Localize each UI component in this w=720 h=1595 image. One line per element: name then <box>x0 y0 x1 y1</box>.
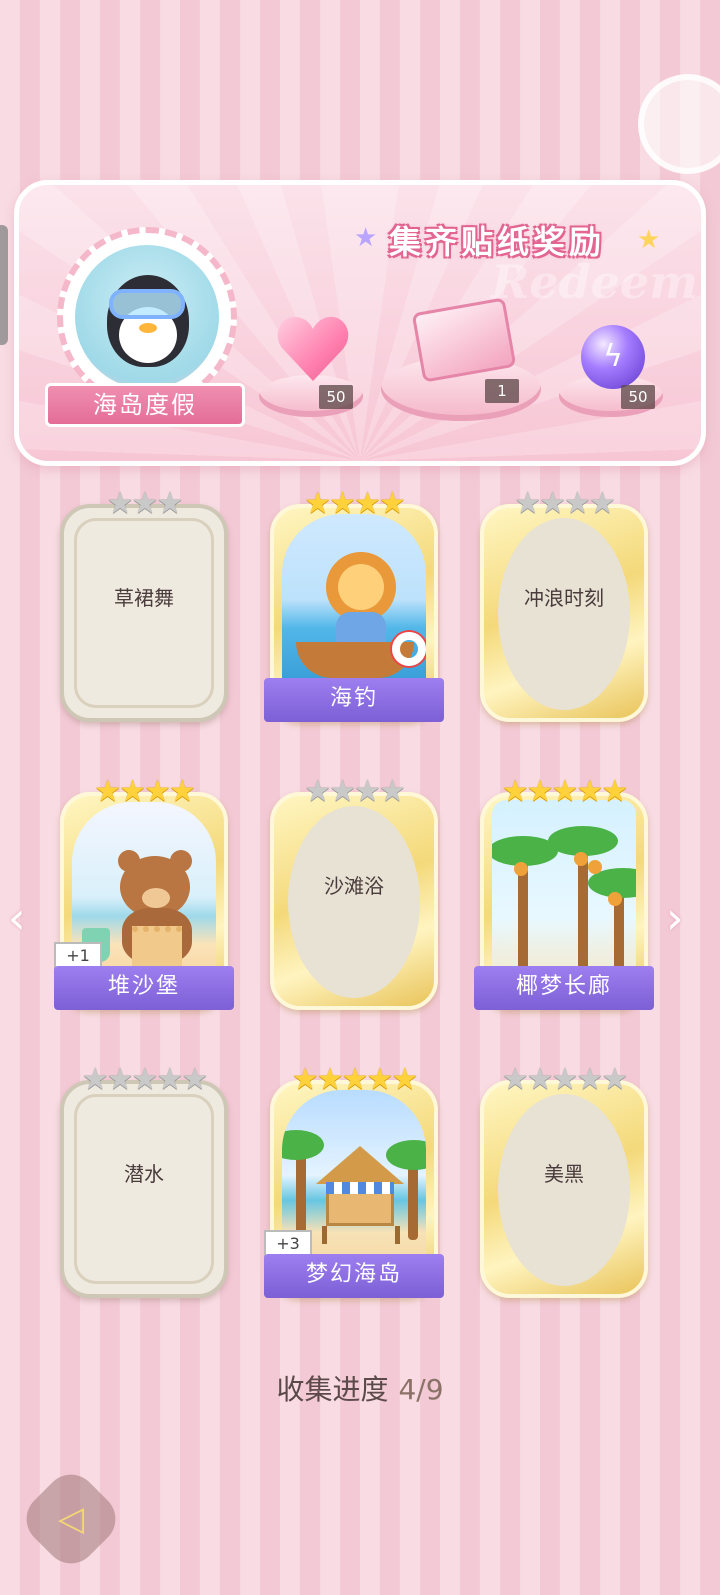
back-button[interactable]: ◁ <box>15 1463 127 1575</box>
reward-count: 50 <box>621 385 655 409</box>
rarity-stars: ★★★★ <box>304 774 406 809</box>
progress-value: 4/9 <box>398 1373 444 1406</box>
sticker-card[interactable]: ★★★★ 冲浪时刻 <box>480 486 648 722</box>
rarity-stars: ★★★★★ <box>81 1062 208 1097</box>
sticker-card[interactable]: ★★★ 草裙舞 <box>60 486 228 722</box>
lion-fishing-illustration <box>282 514 426 704</box>
chevron-left-icon[interactable]: ‹ <box>8 893 26 944</box>
lightning-orb-icon[interactable]: ϟ <box>581 325 645 389</box>
sticker-name: 美黑 <box>544 1162 584 1186</box>
sticker-name: 海钓 <box>264 678 444 722</box>
redeem-watermark: Redeem <box>491 255 698 309</box>
progress-label: 收集进度 <box>276 1373 389 1406</box>
side-drawer-handle[interactable] <box>0 225 8 345</box>
sticker-card[interactable]: ★★★★ +1 堆沙堡 <box>54 774 234 1010</box>
rarity-stars: ★★★★★ <box>291 1062 418 1097</box>
sticker-card[interactable]: ★★★★ 沙滩浴 <box>270 774 438 1010</box>
reward-banner: ★ 集齐贴纸奖励 ★ Redeem 海岛度假 ϟ 50 1 50 <box>14 180 706 466</box>
sticker-card[interactable]: ★★★★★ 美黑 <box>480 1062 648 1298</box>
star-decoration-icon: ★ <box>354 223 378 253</box>
rarity-stars: ★★★★ <box>304 486 406 521</box>
sticker-card[interactable]: ★★★★ 海钓 <box>264 486 444 722</box>
rarity-stars: ★★★★★ <box>501 1062 628 1097</box>
sticker-name: 沙滩浴 <box>324 874 384 898</box>
penguin-diver-icon <box>75 245 219 389</box>
sticker-name: 潜水 <box>124 1162 164 1186</box>
sticker-card[interactable]: ★★★★★ +3 梦幻海岛 <box>264 1062 444 1298</box>
sticker-card[interactable]: ★★★★★ 椰梦长廊 <box>474 774 654 1010</box>
heart-gem-icon[interactable] <box>277 315 349 383</box>
sticker-name: 冲浪时刻 <box>524 586 604 610</box>
chevron-right-icon[interactable]: › <box>666 893 684 944</box>
sticker-name: 堆沙堡 <box>54 966 234 1010</box>
sticker-card[interactable]: ★★★★★ 潜水 <box>60 1062 228 1298</box>
back-arrow-icon: ◁ <box>57 1499 85 1539</box>
sticker-name: 草裙舞 <box>114 586 174 610</box>
album-avatar <box>57 227 237 407</box>
rarity-stars: ★★★★ <box>514 486 616 521</box>
sticker-name: 梦幻海岛 <box>264 1254 444 1298</box>
star-decoration-icon: ★ <box>637 225 661 255</box>
top-right-menu-button[interactable] <box>638 74 720 174</box>
rarity-stars: ★★★★ <box>94 774 196 809</box>
rarity-stars: ★★★★★ <box>501 774 628 809</box>
album-name-ribbon: 海岛度假 <box>45 383 245 427</box>
reward-count: 1 <box>485 379 519 403</box>
collection-progress: 收集进度 4/9 <box>0 1368 720 1408</box>
sticker-name: 椰梦长廊 <box>474 966 654 1010</box>
rarity-stars: ★★★ <box>106 486 184 521</box>
reward-count: 50 <box>319 385 353 409</box>
